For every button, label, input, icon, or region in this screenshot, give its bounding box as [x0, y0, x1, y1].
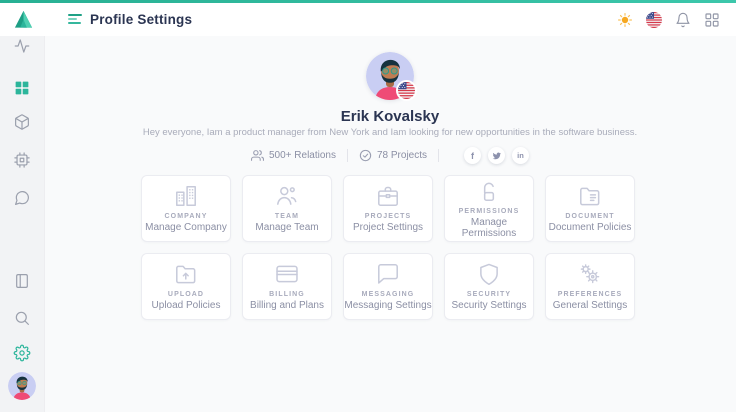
card-label: SECURITY [467, 291, 511, 298]
card-sublabel: Billing and Plans [250, 300, 324, 311]
sidebar-item-search[interactable] [14, 310, 31, 327]
linkedin-icon[interactable]: in [512, 147, 529, 164]
header: Profile Settings [0, 3, 736, 36]
main-content: Erik Kovalsky Hey everyone, Iam a produc… [44, 36, 736, 412]
card-sublabel: Project Settings [353, 222, 423, 233]
unlock-icon [476, 178, 502, 204]
stat-check-circle: 78 Projects [359, 149, 427, 162]
settings-cards-grid: COMPANY Manage Company TEAM Manage Team PROJ… [141, 175, 639, 320]
team-icon [274, 183, 300, 209]
divider [347, 149, 348, 162]
card-document[interactable]: DOCUMENT Document Policies [545, 175, 635, 242]
card-label: COMPANY [165, 213, 208, 220]
gears-icon [577, 261, 603, 287]
card-sublabel: Messaging Settings [344, 300, 431, 311]
card-preferences[interactable]: PREFERENCES General Settings [545, 253, 635, 320]
social-links: f in [464, 147, 529, 164]
bell-icon[interactable] [675, 12, 691, 28]
credit-card-icon [274, 261, 300, 287]
card-sublabel: Security Settings [451, 300, 526, 311]
stat-users: 500+ Relations [251, 149, 336, 162]
sidebar-item-user-avatar[interactable] [8, 372, 36, 400]
profile-bio: Hey everyone, Iam a product manager from… [44, 127, 736, 139]
message-icon [375, 261, 401, 287]
card-projects[interactable]: PROJECTS Project Settings [343, 175, 433, 242]
card-security[interactable]: SECURITY Security Settings [444, 253, 534, 320]
sidebar [0, 36, 45, 412]
card-billing[interactable]: BILLING Billing and Plans [242, 253, 332, 320]
us-flag-icon [396, 80, 417, 101]
card-company[interactable]: COMPANY Manage Company [141, 175, 231, 242]
page-title: Profile Settings [90, 3, 192, 36]
profile-avatar [366, 52, 414, 100]
topbar-actions [617, 3, 720, 36]
folder-up-icon [173, 261, 199, 287]
sidebar-item-activity[interactable] [14, 38, 31, 55]
divider [438, 149, 439, 162]
card-upload[interactable]: UPLOAD Upload Policies [141, 253, 231, 320]
sidebar-item-cpu[interactable] [14, 152, 31, 169]
card-label: BILLING [269, 291, 305, 298]
sidebar-item-settings[interactable] [14, 345, 31, 362]
card-label: PROJECTS [365, 213, 412, 220]
sidebar-item-dashboard[interactable] [14, 80, 31, 97]
sidebar-item-notebook[interactable] [14, 273, 31, 290]
sun-icon[interactable] [617, 12, 633, 28]
shield-icon [476, 261, 502, 287]
twitter-icon[interactable] [488, 147, 505, 164]
profile-name: Erik Kovalsky [44, 108, 736, 125]
card-permissions[interactable]: PERMISSIONS Manage Permissions [444, 175, 534, 242]
briefcase-icon [375, 183, 401, 209]
card-label: PERMISSIONS [459, 208, 520, 215]
us-flag-icon[interactable] [646, 12, 662, 28]
card-team[interactable]: TEAM Manage Team [242, 175, 332, 242]
stat-label: 500+ Relations [269, 150, 336, 161]
card-sublabel: Manage Permissions [445, 217, 533, 239]
card-messaging[interactable]: MESSAGING Messaging Settings [343, 253, 433, 320]
facebook-icon[interactable]: f [464, 147, 481, 164]
sidebar-item-box[interactable] [14, 114, 31, 131]
card-sublabel: General Settings [553, 300, 628, 311]
sidebar-item-chat[interactable] [14, 190, 31, 207]
card-label: DOCUMENT [565, 213, 614, 220]
stat-label: 78 Projects [377, 150, 427, 161]
card-sublabel: Upload Policies [152, 300, 221, 311]
card-sublabel: Manage Team [255, 222, 318, 233]
card-label: MESSAGING [362, 291, 415, 298]
company-icon [173, 183, 199, 209]
menu-icon[interactable] [68, 14, 83, 25]
folder-doc-icon [577, 183, 603, 209]
card-sublabel: Manage Company [145, 222, 227, 233]
stats-row: 500+ Relations 78 Projects f in [44, 147, 736, 165]
card-label: TEAM [275, 213, 299, 220]
card-label: UPLOAD [168, 291, 204, 298]
triangle-logo-icon[interactable] [13, 9, 34, 30]
card-label: PREFERENCES [558, 291, 623, 298]
apps-icon[interactable] [704, 12, 720, 28]
card-sublabel: Document Policies [549, 222, 632, 233]
